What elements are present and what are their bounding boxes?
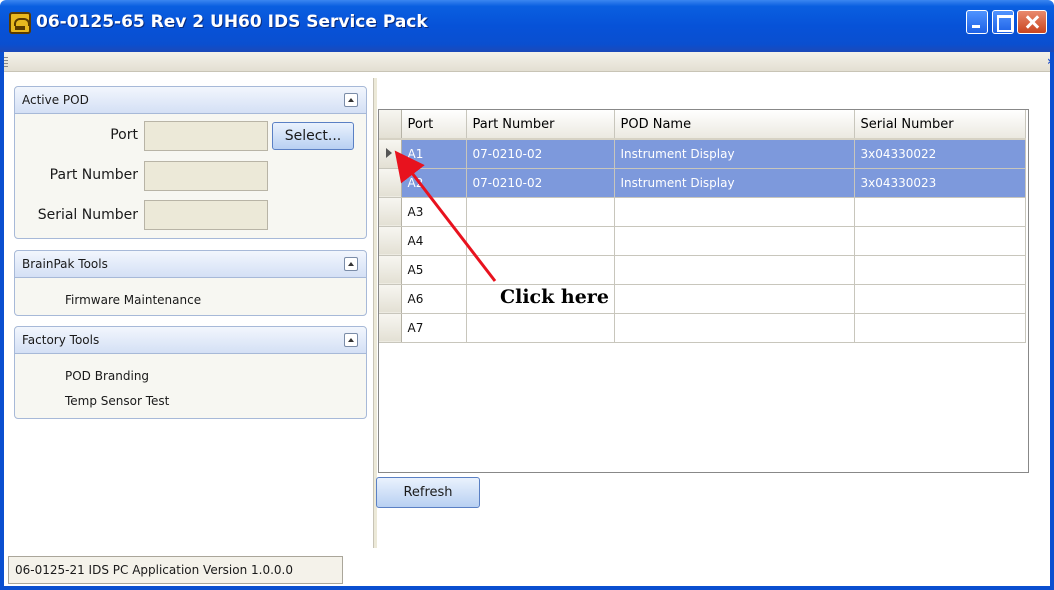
annotation-click-here: Click here	[500, 286, 609, 308]
